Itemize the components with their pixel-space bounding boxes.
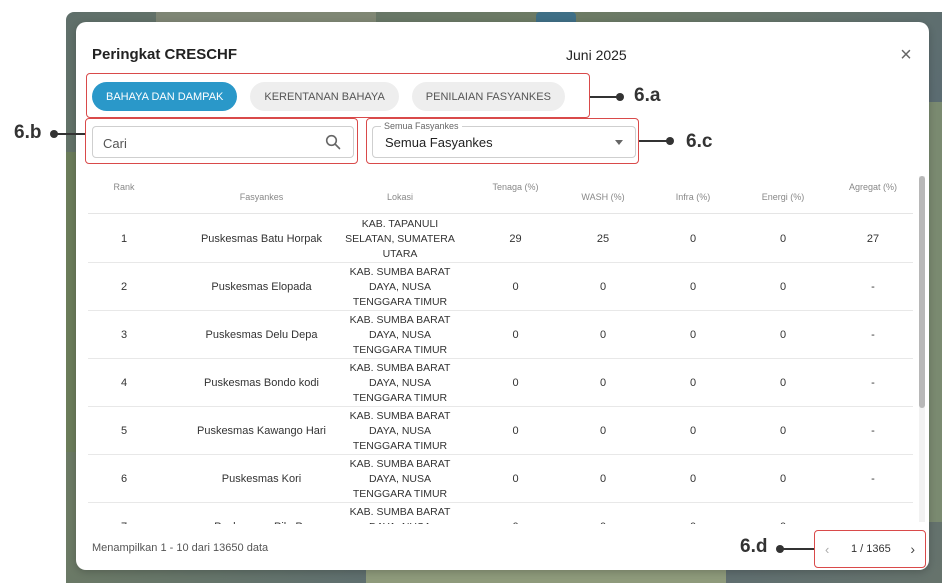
cell-infra: 0: [689, 377, 697, 389]
modal-title: Peringkat CRESCHF: [92, 46, 238, 63]
cell-agregat: -: [833, 503, 913, 524]
cell-wash: 0: [599, 329, 607, 341]
cell-tenaga: 0: [512, 377, 519, 389]
cell-fasyankes: Puskesmas Bondo kodi: [204, 377, 319, 389]
cell-infra: 0: [653, 503, 733, 524]
cell-tenaga: 0: [478, 503, 553, 524]
close-icon: ×: [900, 44, 912, 66]
header-fasyankes: Fasyankes: [239, 192, 284, 202]
cell-infra: 0: [689, 329, 697, 341]
annotation-dot: [666, 137, 674, 145]
cell-agregat: -: [871, 281, 875, 293]
cell-agregat: 27: [866, 233, 880, 245]
header-lokasi: Lokasi: [386, 192, 413, 202]
ranking-table: Rank Fasyankes Lokasi Tenaga (%) WASH (%…: [88, 172, 913, 524]
close-button[interactable]: ×: [895, 44, 917, 66]
period-label: Juni 2025: [566, 47, 627, 63]
table-row[interactable]: 7 Puskesmas Pila Pa KAB. SUMBA BARAT DAY…: [88, 503, 913, 525]
cell-energi: 0: [779, 377, 787, 389]
table-header: Rank Fasyankes Lokasi Tenaga (%) WASH (%…: [88, 172, 913, 214]
annotation-label-6b: 6.b: [14, 122, 42, 143]
cell-tenaga: 0: [512, 329, 519, 341]
cell-energi: 0: [743, 503, 823, 524]
highlight-box-search: [85, 118, 358, 164]
cell-wash: 0: [599, 473, 607, 485]
cell-lokasi: KAB. SUMBA BARAT DAYA, NUSA TENGGARA TIM…: [349, 265, 451, 308]
cell-agregat: -: [871, 377, 875, 389]
cell-infra: 0: [689, 473, 697, 485]
cell-tenaga: 29: [509, 233, 522, 245]
table-row[interactable]: 4 Puskesmas Bondo kodi KAB. SUMBA BARAT …: [88, 359, 913, 407]
cell-rank: 6: [120, 473, 128, 485]
cell-rank: 1: [120, 233, 128, 245]
cell-tenaga: 0: [512, 473, 519, 485]
cell-rank: 2: [120, 281, 128, 293]
cell-infra: 0: [689, 233, 697, 245]
cell-fasyankes: Puskesmas Delu Depa: [205, 329, 318, 341]
pagination: ‹ 1 / 1365 ›: [814, 530, 926, 568]
cell-rank: 5: [120, 425, 128, 437]
annotation-label-6c: 6.c: [686, 131, 713, 152]
header-tenaga: Tenaga (%): [492, 182, 539, 192]
cell-energi: 0: [779, 329, 787, 341]
cell-wash: 25: [596, 233, 610, 245]
cell-tenaga: 0: [512, 425, 519, 437]
cell-lokasi: KAB. SUMBA BARAT DAYA, NUSA TENGGARA TIM…: [349, 313, 451, 356]
cell-energi: 0: [779, 233, 787, 245]
cell-rank: 3: [120, 329, 128, 341]
cell-agregat: -: [871, 473, 875, 485]
cell-energi: 0: [779, 425, 787, 437]
chevron-right-icon[interactable]: ›: [910, 541, 915, 557]
cell-wash: 0: [599, 281, 607, 293]
header-infra: Infra (%): [675, 192, 711, 202]
cell-fasyankes: Puskesmas Elopada: [211, 281, 312, 293]
cell-wash: 0: [563, 503, 643, 524]
table-row[interactable]: 1 Puskesmas Batu Horpak KAB. TAPANULI SE…: [88, 215, 913, 263]
cell-tenaga: 0: [512, 281, 519, 293]
annotation-line: [782, 548, 814, 550]
cell-wash: 0: [599, 377, 607, 389]
header-energi: Energi (%): [761, 192, 805, 202]
page-indicator: 1 / 1365: [851, 543, 891, 555]
annotation-line: [56, 133, 85, 135]
cell-energi: 0: [779, 473, 787, 485]
annotation-label-6a: 6.a: [634, 85, 661, 106]
annotation-label-6d: 6.d: [740, 536, 768, 557]
cell-rank: 4: [120, 377, 128, 389]
header-rank: Rank: [113, 182, 135, 192]
cell-lokasi: KAB. SUMBA BARAT DAYA, NUSA TENGGARA TIM…: [349, 409, 451, 452]
cell-lokasi: KAB. SUMBA BARAT DAYA, NUSA TENGGARA TIM…: [349, 505, 451, 525]
cell-infra: 0: [689, 425, 697, 437]
cell-agregat: -: [871, 329, 875, 341]
cell-lokasi: KAB. SUMBA BARAT DAYA, NUSA TENGGARA TIM…: [349, 457, 451, 500]
table-row[interactable]: 5 Puskesmas Kawango Hari KAB. SUMBA BARA…: [88, 407, 913, 455]
highlight-box-tabs: [86, 73, 590, 118]
cell-infra: 0: [689, 281, 697, 293]
cell-wash: 0: [599, 425, 607, 437]
annotation-line: [639, 140, 669, 142]
table-row[interactable]: 6 Puskesmas Kori KAB. SUMBA BARAT DAYA, …: [88, 455, 913, 503]
cell-fasyankes: Puskesmas Pila Pa: [174, 503, 349, 524]
results-summary: Menampilkan 1 - 10 dari 13650 data: [92, 542, 269, 554]
scrollbar-thumb[interactable]: [919, 176, 925, 408]
chevron-left-icon[interactable]: ‹: [825, 542, 829, 557]
cell-lokasi: KAB. TAPANULI SELATAN, SUMATERA UTARA: [345, 217, 455, 260]
table-row[interactable]: 2 Puskesmas Elopada KAB. SUMBA BARAT DAY…: [88, 263, 913, 311]
cell-energi: 0: [779, 281, 787, 293]
cell-fasyankes: Puskesmas Kawango Hari: [196, 425, 326, 437]
cell-fasyankes: Puskesmas Batu Horpak: [200, 233, 323, 245]
header-wash: WASH (%): [581, 192, 625, 202]
table-row[interactable]: 3 Puskesmas Delu Depa KAB. SUMBA BARAT D…: [88, 311, 913, 359]
highlight-box-filter: [366, 118, 639, 164]
cell-rank: 7: [104, 503, 144, 524]
cell-lokasi: KAB. SUMBA BARAT DAYA, NUSA TENGGARA TIM…: [349, 361, 451, 404]
annotation-dot: [616, 93, 624, 101]
header-agregat: Agregat (%): [848, 182, 898, 192]
cell-fasyankes: Puskesmas Kori: [221, 473, 302, 485]
cell-agregat: -: [871, 425, 875, 437]
